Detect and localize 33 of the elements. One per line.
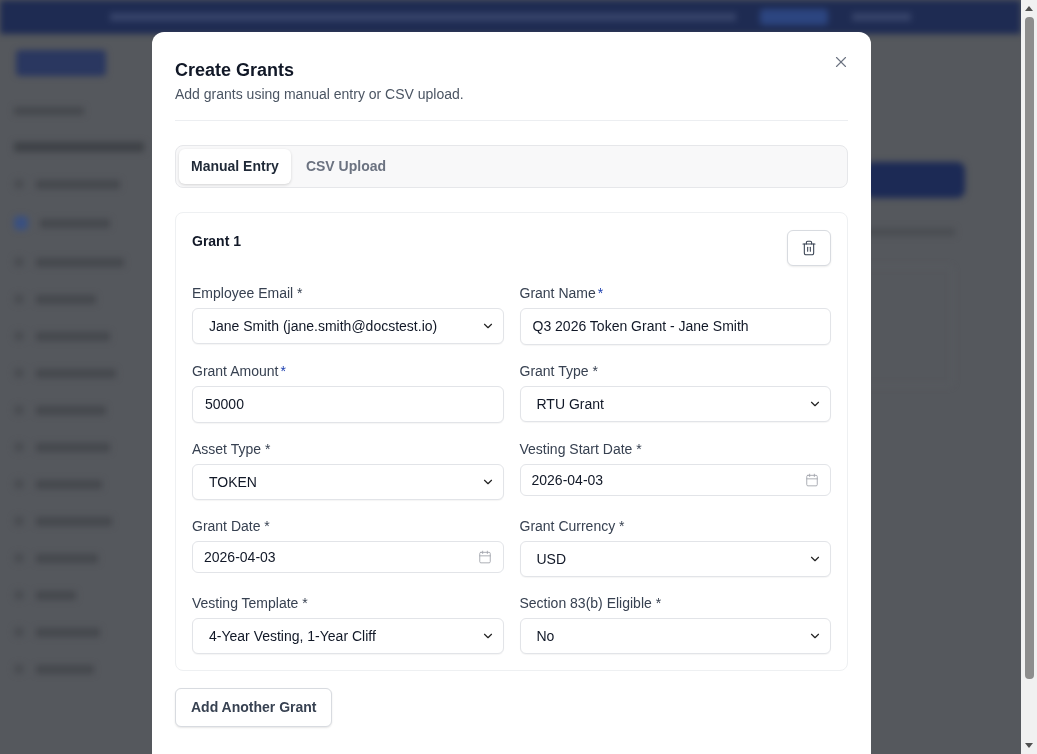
tab[interactable]: Manual Entry [179,149,291,184]
field-label: Grant Date * [192,517,270,536]
trash-icon [801,240,817,256]
select-field[interactable]: Jane Smith (jane.smith@docstest.io) [192,308,504,344]
grant-heading: Grant 1 [192,232,241,251]
scroll-up-icon[interactable] [1025,6,1033,11]
tab[interactable]: CSV Upload [292,149,400,184]
calendar-icon [805,473,819,487]
field-label: Grant Name* [519,284,604,303]
select-field[interactable]: No [519,618,831,654]
select-field[interactable]: USD [519,541,831,577]
delete-button[interactable] [787,230,831,266]
field-label: Grant Type * [519,362,598,381]
field-label: Section 83(b) Eligible * [519,594,662,613]
input-field[interactable]: Q3 2026 Token Grant - Jane Smith [519,308,831,345]
field-label: Employee Email * [192,284,303,303]
field-label: Asset Type * [192,440,271,459]
field-label: Vesting Template * [192,594,308,613]
calendar-icon [477,550,492,564]
input-field[interactable]: 50000 [192,386,504,423]
dialog-title: Create Grants [175,59,295,82]
field-label: Vesting Start Date * [519,440,642,459]
scrollbar-thumb[interactable] [1024,17,1034,679]
select-field[interactable]: RTU Grant [519,386,831,422]
date-field[interactable]: 2026-04-03 [519,464,831,496]
scroll-down-icon[interactable] [1025,743,1033,748]
select-field[interactable]: 4-Year Vesting, 1-Year Cliff [192,618,504,654]
select-field[interactable]: TOKEN [192,464,504,500]
add-grant-button[interactable]: Add Another Grant [175,688,333,727]
field-label: Grant Currency * [519,517,625,536]
dialog-subtitle: Add grants using manual entry or CSV upload. [175,85,464,104]
date-field[interactable]: 2026-04-03 [192,541,504,573]
field-label: Grant Amount* [192,362,286,381]
